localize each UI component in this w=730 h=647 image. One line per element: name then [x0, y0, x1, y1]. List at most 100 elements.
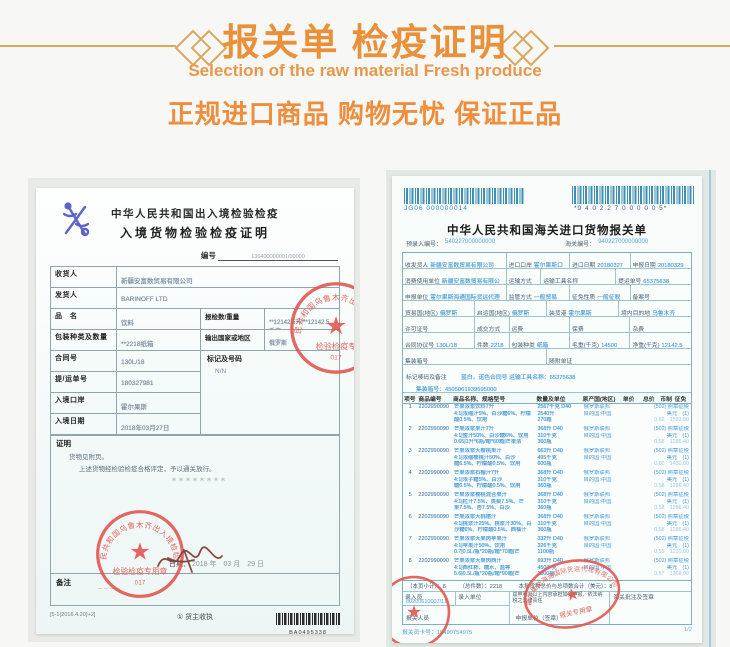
field-cell: 进口口岸霍尔果斯口岸	[507, 253, 570, 268]
item-row: 52202990090芒果浓浆樱桃混合果汁4:1|粒汁7.5%、类梨7.5%、芒…	[403, 492, 691, 514]
item-quantity: 368升 D40310千克360瓶	[535, 514, 581, 536]
field-label: 贸易国(地区)	[405, 311, 438, 316]
field-cell: 消费使用单位新疆安富数贸易有限公司	[403, 269, 507, 284]
items-header-cell: 币制	[659, 393, 673, 403]
item-code: 2202990090	[417, 514, 452, 536]
item-quantity: 663升 D40495千克600瓶	[535, 448, 581, 470]
item-qty-line: 310千克	[536, 477, 580, 484]
serial-value: 136400000001/00000	[218, 254, 338, 261]
item-qty-line: 360瓶	[536, 483, 580, 490]
item-qty-line: 495千克	[536, 455, 580, 462]
field-value: 130L/18	[436, 343, 457, 348]
field-label: 启运国(地区)	[477, 311, 510, 316]
field-value: 纸箱	[537, 343, 549, 348]
item-origin: 俄罗斯联邦目的国:中国	[582, 448, 622, 470]
field-label: 征免性质	[572, 295, 595, 300]
field-value: 65375638	[643, 279, 669, 284]
svg-text:017: 017	[330, 355, 341, 362]
field-cell: 保费	[570, 317, 630, 332]
marks-line2: 集装箱号：4505061939595000	[416, 384, 688, 393]
customs-declaration-photo: JG06 000000014 *9 4 0 2 2 7 0 0 0 0 0 5*…	[386, 170, 716, 647]
item-no: 3	[403, 448, 417, 470]
row-label: 提/运单号	[51, 372, 117, 392]
item-origin: 俄罗斯联邦目的国:中国	[582, 514, 622, 536]
left-doc-title-line1: 中华人民共和国出入境检验检疫	[36, 206, 354, 221]
field-value: 20180327	[597, 263, 623, 268]
item-right-line: 0.62 1592.80	[623, 417, 690, 424]
inspection-certificate-paper: 中华人民共和国出入境检验检疫 入境货物检验检疫证明 编号 13640000000…	[36, 188, 354, 634]
item-description: 芒果浓浆大樱桃果汁4:1|浓缩樱桃汁50%、白沙糖6.5%、柠檬酸0.5%、饮用	[452, 448, 536, 470]
row-value: **2218纸箱	[117, 330, 201, 350]
row-label: 收货人	[51, 267, 117, 287]
item-no: 6	[403, 514, 417, 536]
item-quantity: 2567千克 D402540升270箱	[535, 404, 581, 426]
item-code: 2202990090	[417, 536, 452, 558]
item-code: 2202990090	[417, 470, 452, 492]
row-value: 130L/18	[117, 351, 200, 371]
cert-line3: ＊＊＊＊＊＊＊＊	[171, 475, 227, 484]
field-label: 合同协议号	[405, 343, 434, 348]
item-origin-line: 目的国:中国	[583, 521, 621, 528]
item-qty-line: 360瓶	[536, 439, 580, 446]
field-label: 杂费	[632, 327, 644, 332]
item-desc-line: 4:1|蜜汁50%、白沙糖6%、饮用	[453, 433, 535, 440]
red-round-stamp-partial: ★	[392, 574, 452, 643]
item-qty-line: 2540升	[536, 411, 580, 418]
field-value: 20180329	[658, 263, 684, 268]
field-cell: 监管方式一般贸易	[507, 285, 570, 300]
field-value: 俄罗斯	[440, 311, 457, 316]
left-table-half: 入境日期2018年03月27日	[51, 414, 201, 435]
item-desc-line: 芒果浓浆樱桃混合果汁	[453, 492, 535, 499]
field-value: 一般征税	[597, 295, 620, 300]
field-label: 净重(千克)	[632, 343, 659, 348]
field-label: 集装箱号	[405, 359, 428, 364]
row-label: 合同号	[51, 351, 117, 371]
item-right-line: (502) 照章征税	[623, 514, 690, 521]
svg-text:★: ★	[325, 312, 347, 340]
row-label2: 报检数/重量	[201, 309, 265, 329]
field-cell: 包装种类纸箱	[510, 333, 570, 348]
promo-text: 正规进口商品 购物无忧 保证正品	[0, 94, 730, 131]
field-label: 申报单位	[405, 295, 428, 300]
customs-declaration-paper: JG06 000000014 *9 4 0 2 2 7 0 0 0 0 0 5*…	[392, 176, 702, 643]
item-qty-line: 332升 D40	[536, 536, 580, 543]
item-qty-line: 310千克	[536, 521, 580, 528]
left-doc-serial: 编号 136400000001/00000	[201, 250, 338, 261]
row-value: 饮料	[117, 309, 201, 329]
section-subtitle: Selection of the raw material Fresh prod…	[0, 61, 730, 81]
item-tax-currency: (502) 照章征税美元 (1)0.58 1286.40	[622, 492, 691, 514]
item-right-line: 0.58 1286.40	[623, 483, 690, 490]
field-label: 装货港	[549, 311, 566, 316]
svg-text:★: ★	[129, 539, 150, 566]
item-desc-line: 芒果浓浆果汁7升	[453, 426, 535, 433]
item-desc-line: 4:1|浓子糖5%、白沙	[453, 477, 535, 484]
field-cell: 提运单号65375638	[616, 269, 691, 284]
item-desc-line: 果7.5%、杏7.5%、白沙	[453, 505, 535, 512]
item-no: 4	[403, 470, 417, 492]
item-origin-line: 目的国:中国	[583, 477, 621, 484]
marks-remarks-label: 标记唛码及备注	[406, 375, 447, 381]
left-doc-footer: [5-1(2016.4.20)+2] ① 货主收执 BA0495338	[50, 612, 340, 634]
field-value: 霍尔果斯	[568, 311, 591, 316]
item-right-line: 美元 (1)	[623, 477, 690, 484]
customs-no-value: 940227000000000	[598, 239, 648, 248]
field-cell: 运输工具名称	[541, 269, 616, 284]
field-label: 包装种类	[512, 343, 535, 348]
item-qty-line: 2567千克 D40	[536, 404, 580, 411]
field-cell: 件数2218	[475, 333, 510, 348]
item-quantity: 368升 D40310千克360瓶	[535, 492, 581, 514]
item-no: 5	[403, 492, 417, 514]
items-header-cell: 单价	[622, 393, 642, 403]
item-row: 62202990090芒果浓浆大桃椹汁4:1|桃浆汁25%、桃浆汁30%、白沙糖…	[403, 514, 691, 536]
field-cell: 毛重(千克)14500	[570, 333, 630, 348]
item-origin: 俄罗斯联邦目的国:中国	[582, 492, 622, 514]
field-cell: 运费	[510, 317, 570, 332]
items-header-cell: 原产国(地区)	[582, 393, 622, 403]
item-description: 芒果浓浆樱桃混合果汁4:1|粒汁7.5%、类梨7.5%、芒果7.5%、杏7.5%…	[452, 492, 536, 514]
item-desc-line: 沙糖6%、柠檬酸0.5%、西柚汁	[453, 527, 535, 534]
item-right-line: 0.57 1368.00	[623, 571, 690, 578]
svg-text:★: ★	[563, 585, 581, 606]
item-desc-line: 芒果浓浆大桃椹汁	[453, 514, 535, 521]
item-tax-currency: (502) 照章征税美元 (1)0.57 1368.00	[622, 558, 691, 580]
field-label: 成交方式	[477, 327, 500, 332]
